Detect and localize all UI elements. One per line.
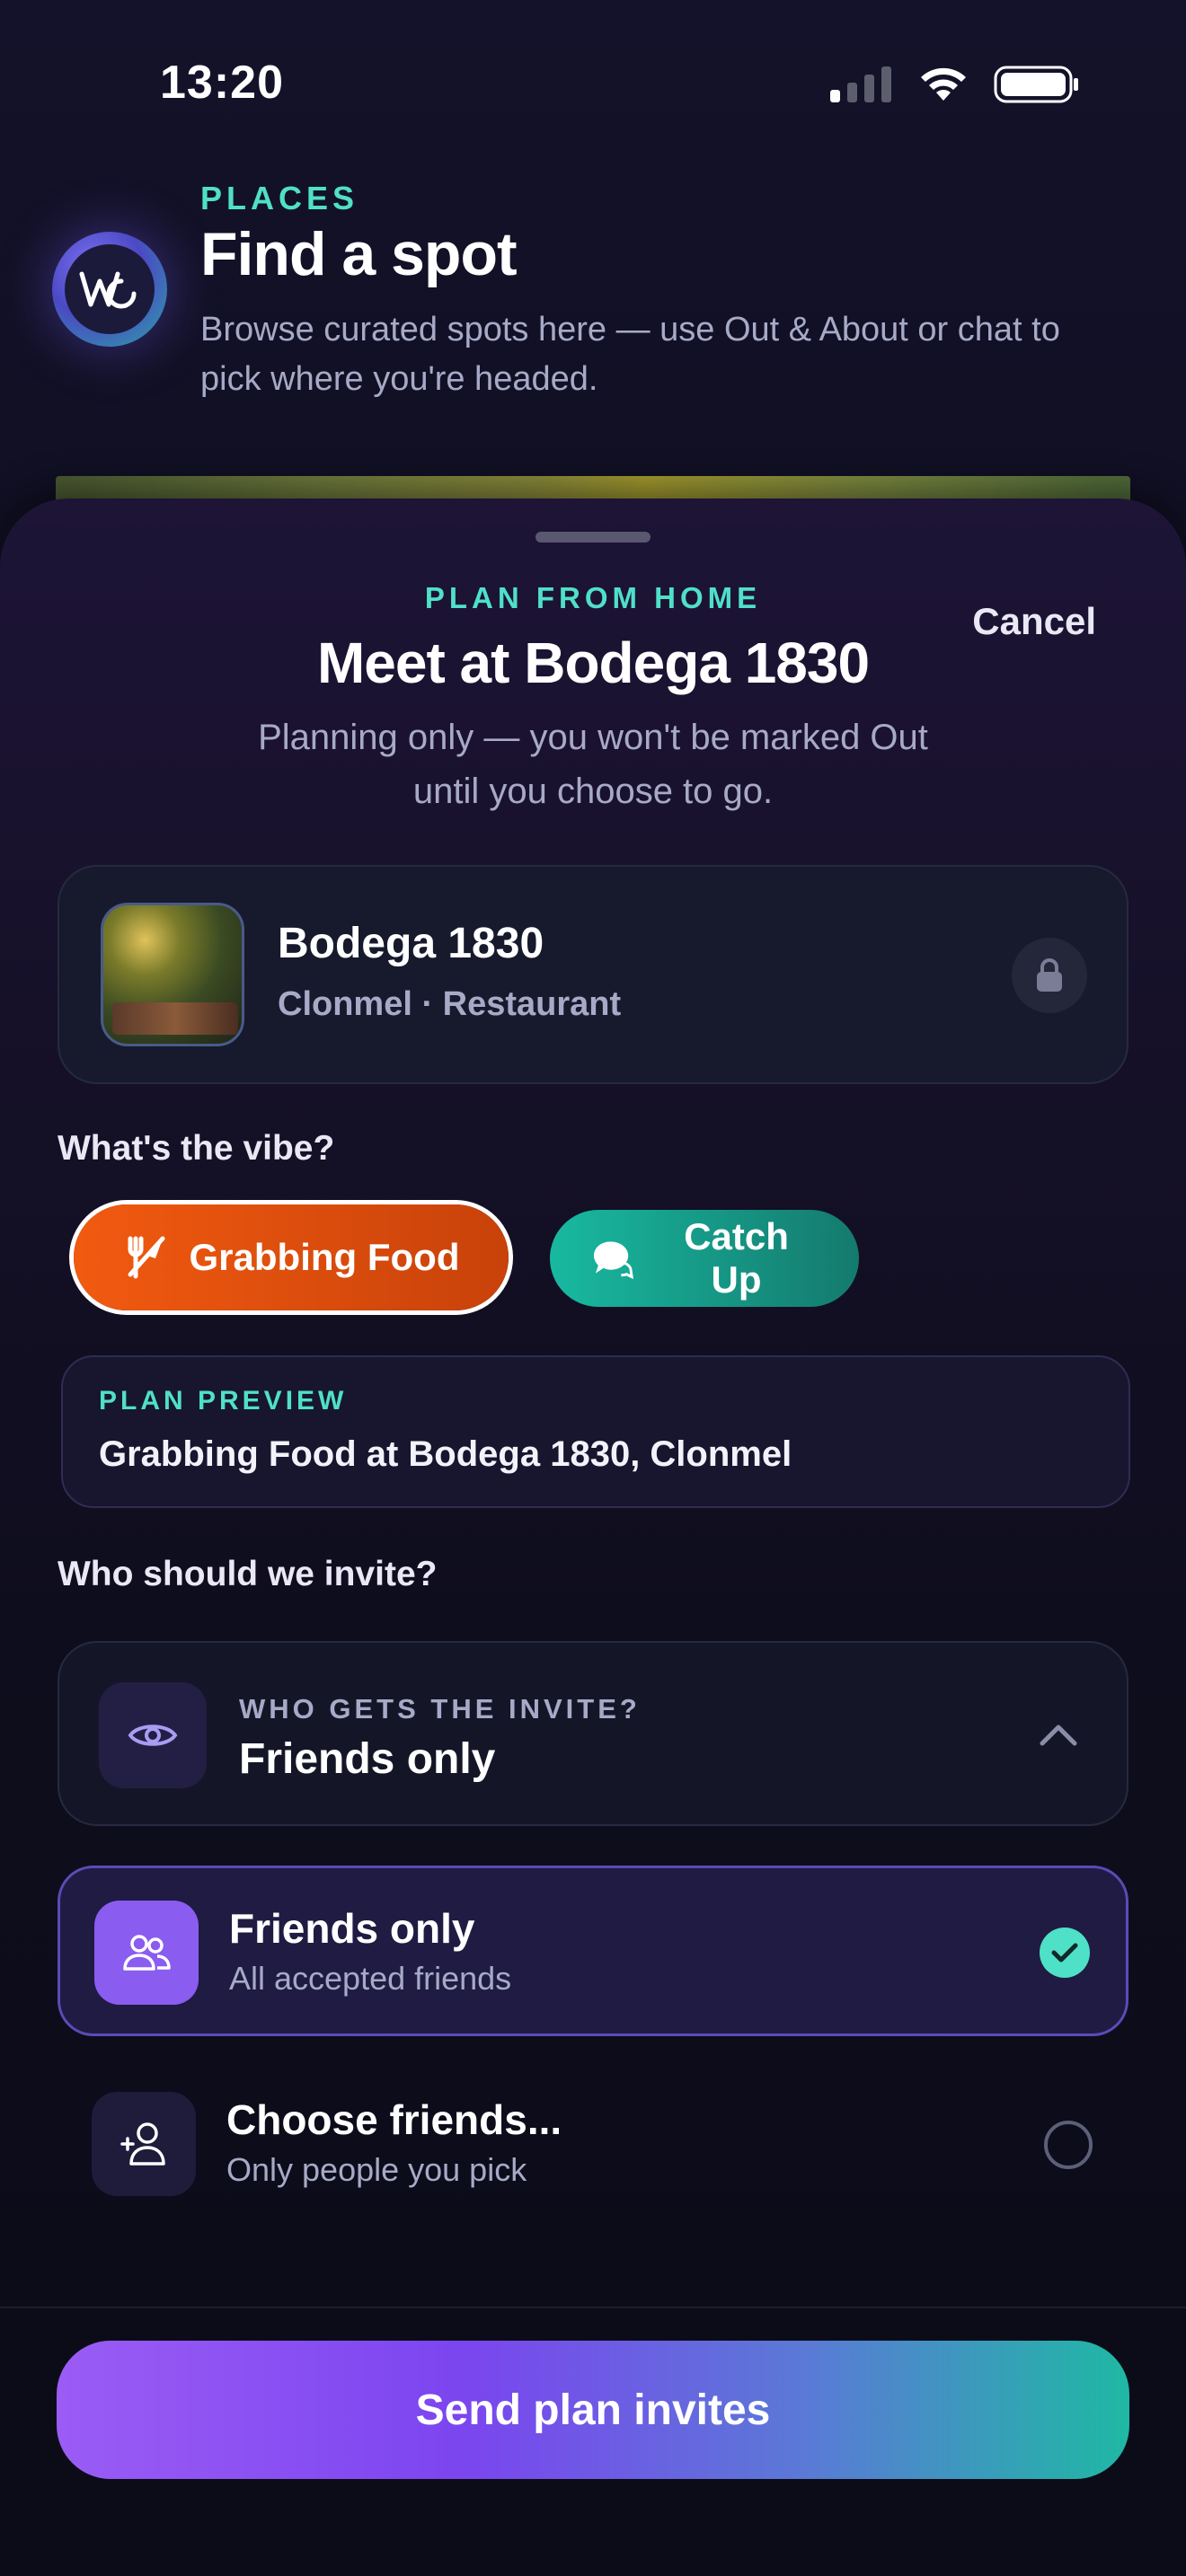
- page-description: Browse curated spots here — use Out & Ab…: [200, 311, 1060, 398]
- vibe-label: What's the vibe?: [58, 1129, 335, 1168]
- plan-sheet: PLAN FROM HOME Cancel Meet at Bodega 183…: [0, 498, 1186, 2576]
- utensils-icon: [128, 1236, 165, 1279]
- chat-bubbles-icon: [593, 1241, 633, 1279]
- page-title: Find a spot: [200, 220, 518, 288]
- invite-option-choose-friends[interactable]: Choose friends... Only people you pick: [58, 2060, 1128, 2230]
- invite-selector-eyebrow: WHO GETS THE INVITE?: [239, 1693, 641, 1725]
- chevron-up-icon: [1040, 1725, 1077, 1746]
- logo-mark-icon: [79, 271, 137, 309]
- place-meta: Clonmel · Restaurant: [278, 985, 622, 1023]
- place-thumbnail: [101, 903, 244, 1046]
- sheet-title: Meet at Bodega 1830: [316, 631, 870, 695]
- footer-divider: [0, 2307, 1186, 2308]
- app-logo: [52, 232, 167, 347]
- invite-selector-value: Friends only: [239, 1735, 496, 1783]
- place-card: Bodega 1830 Clonmel · Restaurant: [58, 865, 1128, 1084]
- status-bar: 13:20: [0, 0, 1186, 171]
- plan-preview-text: Grabbing Food at Bodega 1830, Clonmel: [99, 1434, 792, 1474]
- sheet-subtitle: Planning only — you won't be marked Out …: [258, 718, 928, 811]
- battery-icon: [994, 66, 1078, 103]
- plan-preview-card: PLAN PREVIEW Grabbing Food at Bodega 183…: [61, 1355, 1130, 1508]
- plan-preview-eyebrow: PLAN PREVIEW: [99, 1386, 348, 1416]
- invite-option-subtitle: Only people you pick: [226, 2151, 527, 2188]
- radio-unselected-icon: [1044, 2121, 1093, 2169]
- page-eyebrow: PLACES: [200, 180, 359, 216]
- vibe-catch-up-button[interactable]: Catch Up: [550, 1210, 859, 1307]
- wifi-icon: [921, 67, 966, 101]
- signal-icon: [830, 66, 891, 102]
- invite-option-subtitle: All accepted friends: [229, 1960, 512, 1997]
- sheet-grabber[interactable]: [535, 532, 651, 543]
- add-person-icon-box: [92, 2092, 196, 2196]
- people-icon: [123, 1935, 171, 1971]
- lock-icon: [1037, 958, 1062, 992]
- status-time: 13:20: [160, 57, 284, 109]
- send-plan-invites-button[interactable]: Send plan invites: [57, 2341, 1129, 2479]
- invite-audience-selector[interactable]: WHO GETS THE INVITE? Friends only: [58, 1641, 1128, 1826]
- eye-icon: [128, 1725, 178, 1746]
- add-person-icon: [120, 2122, 165, 2166]
- place-name: Bodega 1830: [278, 920, 544, 967]
- eye-icon-box: [99, 1682, 207, 1788]
- invite-option-friends-only[interactable]: Friends only All accepted friends: [58, 1866, 1128, 2036]
- vibe-grabbing-food-label: Grabbing Food: [189, 1236, 460, 1278]
- checkmark-icon: [1040, 1928, 1090, 1978]
- vibe-catch-up-label: Catch Up: [684, 1215, 789, 1301]
- vibe-grabbing-food-button[interactable]: Grabbing Food: [74, 1204, 509, 1310]
- invite-option-title: Friends only: [229, 1905, 475, 1952]
- lock-button[interactable]: [1012, 938, 1087, 1013]
- status-icons: [828, 65, 1080, 104]
- invite-label: Who should we invite?: [58, 1555, 438, 1593]
- invite-option-title: Choose friends...: [226, 2096, 562, 2143]
- people-icon-box: [94, 1901, 199, 2005]
